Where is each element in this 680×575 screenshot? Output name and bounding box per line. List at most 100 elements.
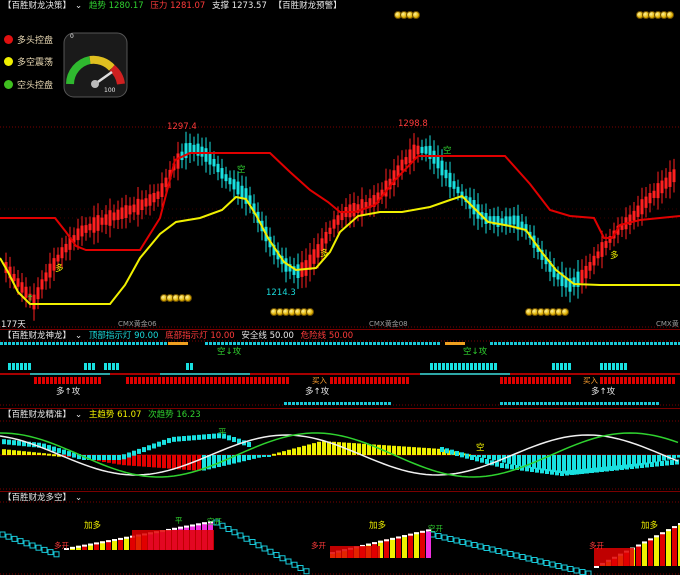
signal-bar bbox=[78, 377, 81, 384]
gauge-min-label: 0 bbox=[70, 33, 74, 40]
trend-bar bbox=[525, 466, 529, 472]
signal-bar bbox=[608, 363, 611, 370]
candle-body bbox=[60, 247, 64, 259]
shenlong-dropdown-icon[interactable]: ⌄ bbox=[75, 331, 82, 341]
signal-bar bbox=[96, 342, 99, 345]
candle-body bbox=[556, 273, 560, 280]
trend-value: 1280.17 bbox=[108, 1, 144, 11]
trend-bar bbox=[615, 465, 619, 471]
candle-body bbox=[108, 210, 112, 226]
signal-bar bbox=[624, 363, 627, 370]
trend-bar bbox=[557, 455, 561, 473]
signal-bar bbox=[610, 342, 613, 345]
signal-bar bbox=[478, 363, 481, 370]
signal-bar bbox=[48, 342, 51, 345]
main-dropdown-icon[interactable]: ⌄ bbox=[75, 1, 82, 11]
candle-body bbox=[116, 209, 120, 220]
bear-step bbox=[477, 543, 484, 550]
duo-attack-1: 多↑攻 bbox=[56, 387, 81, 397]
signal-bar bbox=[612, 363, 615, 370]
candle-body bbox=[140, 199, 144, 211]
signal-bar bbox=[405, 342, 408, 345]
candle-body bbox=[420, 146, 424, 154]
main-trend-label: 主趋势 bbox=[88, 410, 115, 420]
duokong-dropdown-icon[interactable]: ⌄ bbox=[75, 493, 82, 503]
signal-bar bbox=[504, 377, 507, 384]
bear-step bbox=[225, 526, 232, 532]
signal-bar bbox=[38, 377, 41, 384]
bear-step bbox=[465, 540, 472, 547]
signal-bar bbox=[614, 342, 617, 345]
signal-bar bbox=[620, 363, 623, 370]
jingzhun-panel[interactable]: 【百胜财龙精准】 ⌄ 主趋势 61.07 次趋势 16.23 平 空 bbox=[0, 409, 680, 491]
signal-bar bbox=[293, 342, 296, 345]
candle-body bbox=[80, 225, 84, 237]
bear-step bbox=[459, 539, 466, 545]
candle-body bbox=[216, 163, 220, 173]
candle-body bbox=[656, 183, 660, 199]
signal-bar bbox=[362, 377, 365, 384]
signal-bar bbox=[654, 342, 657, 345]
trend-bar bbox=[242, 455, 246, 462]
signal-bar bbox=[646, 342, 649, 345]
signal-bar bbox=[634, 342, 637, 345]
bull-bar-cap bbox=[660, 532, 665, 535]
trend-bar bbox=[247, 442, 251, 447]
signal-bar bbox=[536, 377, 539, 384]
duo-kai-3: 多开 bbox=[589, 541, 604, 550]
coin-stack-1 bbox=[394, 11, 420, 19]
bear-step bbox=[11, 535, 18, 542]
signal-bar bbox=[466, 363, 469, 370]
jingzhun-dropdown-icon[interactable]: ⌄ bbox=[75, 410, 82, 420]
candle-body bbox=[132, 204, 136, 213]
trend-bar bbox=[157, 455, 161, 468]
trend-bar bbox=[287, 449, 291, 455]
main-chart-panel[interactable]: ↑ 【百胜财龙决策】 ⌄ 趋势 1280.17 压力 1281.07 支撑 127… bbox=[0, 0, 680, 329]
signal-bar bbox=[568, 402, 571, 405]
shenlong-canvas[interactable] bbox=[0, 330, 680, 408]
shenlong-panel[interactable]: 【百胜财龙神龙】 ⌄ 顶部指示灯 90.00 底部指示灯 10.00 安全线 50… bbox=[0, 330, 680, 408]
coin-stack-4 bbox=[270, 308, 314, 316]
signal-bar bbox=[16, 363, 19, 370]
duokong-canvas[interactable] bbox=[0, 492, 680, 575]
bull-bar-cap bbox=[366, 543, 371, 546]
duo-signal-1: 多 bbox=[55, 264, 64, 274]
trend-bar bbox=[455, 451, 459, 456]
main-chart-canvas[interactable]: ↑ bbox=[0, 0, 680, 329]
signal-bar bbox=[342, 377, 345, 384]
signal-bar bbox=[540, 402, 543, 405]
bull-bar bbox=[636, 544, 641, 566]
signal-bar bbox=[8, 342, 11, 345]
bear-step bbox=[525, 555, 532, 562]
signal-bar bbox=[636, 402, 639, 405]
signal-bar bbox=[320, 402, 323, 405]
signal-bar bbox=[202, 377, 205, 384]
candle-body bbox=[424, 146, 428, 154]
bull-bar-cap bbox=[172, 527, 177, 530]
signal-bar bbox=[337, 342, 340, 345]
duokong-panel[interactable]: 【百胜财龙多空】 ⌄ 加多 加多 加多 多开 多开 多开 空开 空开 平 bbox=[0, 492, 680, 575]
bull-bar-cap bbox=[642, 541, 647, 544]
signal-bar bbox=[164, 342, 167, 345]
signal-bar bbox=[516, 377, 519, 384]
kong-kai-1: 空开 bbox=[207, 517, 222, 526]
bull-bar-cap bbox=[378, 540, 383, 543]
signal-bar bbox=[226, 377, 229, 384]
signal-bar bbox=[514, 342, 517, 345]
signal-bar bbox=[8, 363, 11, 370]
signal-bar bbox=[357, 342, 360, 345]
signal-bar bbox=[76, 342, 79, 345]
bear-step bbox=[537, 558, 544, 565]
bull-bar-cap bbox=[408, 533, 413, 536]
candle-body bbox=[156, 191, 160, 199]
signal-bar bbox=[170, 377, 173, 384]
trend-bar bbox=[670, 460, 674, 465]
signal-bar bbox=[304, 402, 307, 405]
trend-bar bbox=[630, 464, 634, 469]
jingzhun-canvas[interactable] bbox=[0, 409, 680, 491]
candle-body bbox=[40, 279, 44, 290]
trend-bar bbox=[307, 444, 311, 455]
signal-bar bbox=[390, 377, 393, 384]
trend-bar bbox=[212, 433, 216, 439]
signal-bar bbox=[138, 377, 141, 384]
